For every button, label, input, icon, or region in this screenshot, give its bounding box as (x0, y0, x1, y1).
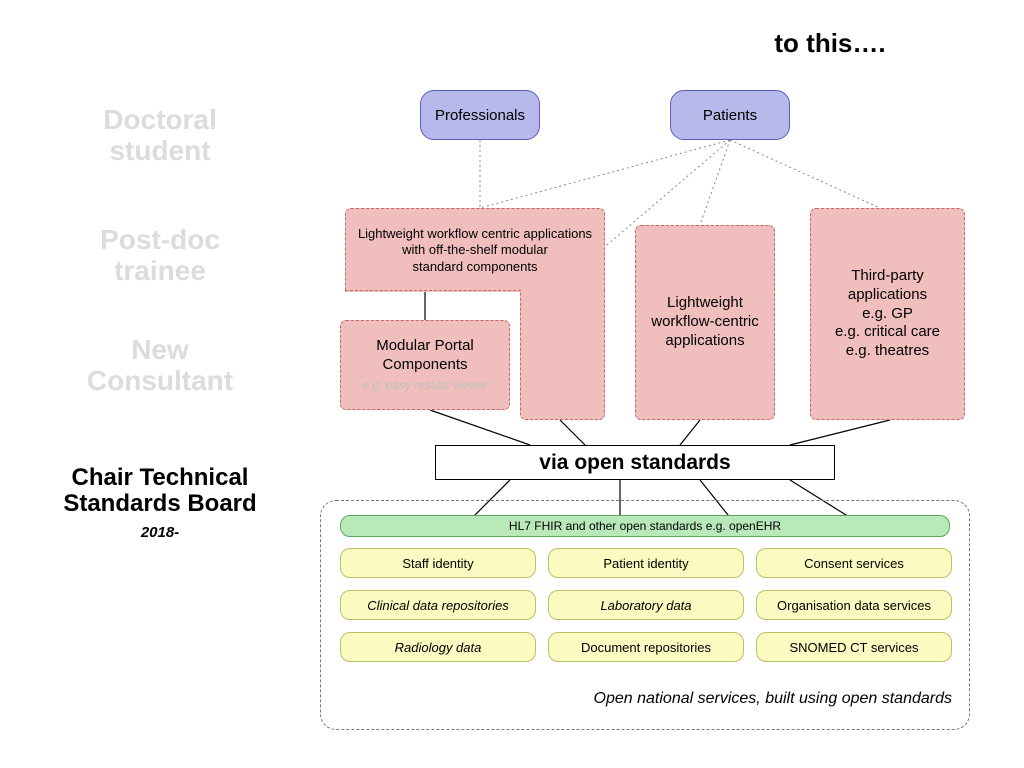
node-modular-portal: Modular Portal Components e.g. easy resu… (340, 320, 510, 410)
node-patients: Patients (670, 90, 790, 140)
node-modular-portal-title: Modular Portal Components (376, 337, 474, 375)
node-lightweight-centric: Lightweight workflow-centric application… (635, 225, 775, 420)
node-modular-portal-sub: e.g. easy results viewer (362, 378, 487, 393)
services-green-bar: HL7 FHIR and other open standards e.g. o… (340, 515, 950, 537)
node-lightweight-modular-top: Lightweight workflow centric application… (345, 208, 605, 292)
node-professionals: Professionals (420, 90, 540, 140)
service-radiology: Radiology data (340, 632, 536, 662)
service-lab-data: Laboratory data (548, 590, 744, 620)
left-label-newconsultant: New Consultant (60, 335, 260, 397)
node-lightweight-modular-bottomedge (345, 290, 521, 291)
service-snomed: SNOMED CT services (756, 632, 952, 662)
service-clinical-repos: Clinical data repositories (340, 590, 536, 620)
service-patient-identity: Patient identity (548, 548, 744, 578)
left-label-postdoc: Post-doc trainee (60, 225, 260, 287)
node-lightweight-modular-seam (521, 286, 604, 296)
left-label-doctoral: Doctoral student (60, 105, 260, 167)
services-caption: Open national services, built using open… (340, 690, 952, 708)
node-lightweight-modular-leg (520, 290, 605, 420)
service-staff-identity: Staff identity (340, 548, 536, 578)
service-org-data: Organisation data services (756, 590, 952, 620)
service-doc-repos: Document repositories (548, 632, 744, 662)
service-consent: Consent services (756, 548, 952, 578)
open-standards-bar: via open standards (435, 445, 835, 480)
page-title: to this…. (700, 28, 960, 59)
left-label-chair-sub: 2018- (30, 525, 290, 542)
node-third-party: Third-party applications e.g. GP e.g. cr… (810, 208, 965, 420)
left-label-chair: Chair Technical Standards Board (30, 465, 290, 518)
